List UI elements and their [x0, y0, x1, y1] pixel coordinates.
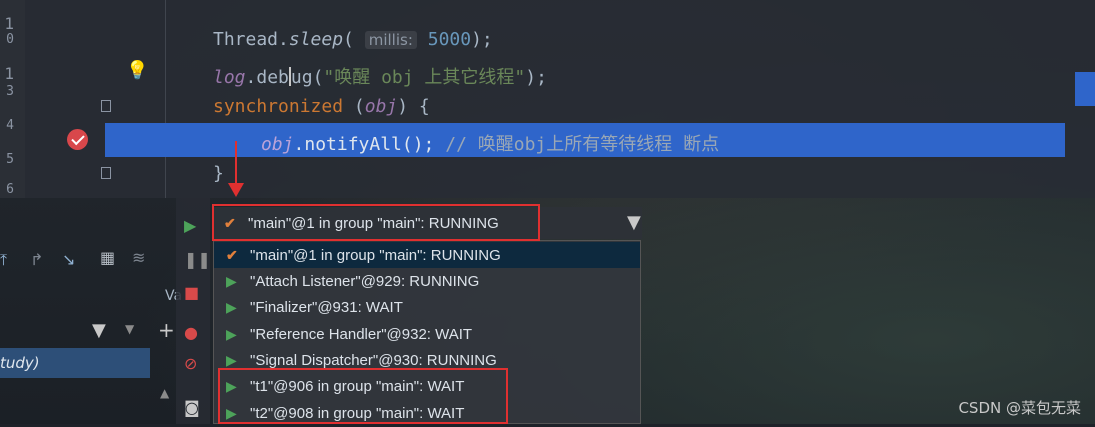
parameter-hint: millis:	[364, 31, 417, 49]
filter-icon[interactable]: ▼	[92, 320, 106, 341]
thread-item[interactable]: ▶ "Attach Listener"@929: RUNNING	[214, 268, 640, 294]
code-token: obj	[364, 96, 398, 117]
add-icon[interactable]: +	[158, 318, 175, 342]
code-token: );	[525, 67, 547, 88]
selected-frame[interactable]: tudy)	[0, 348, 150, 378]
lightbulb-icon[interactable]: 💡	[126, 60, 148, 81]
code-token: .notifyAll();	[293, 134, 435, 155]
code-token: deb	[256, 67, 289, 88]
fold-marker-icon[interactable]	[101, 100, 111, 112]
view-breakpoints-icon[interactable]: ●	[184, 323, 198, 342]
step-out-icon[interactable]: ⤒	[0, 250, 7, 270]
code-token: log	[213, 67, 246, 88]
play-icon: ▶	[226, 273, 237, 289]
check-icon: ✔	[226, 247, 238, 263]
thread-label: "main"@1 in group "main": RUNNING	[250, 247, 501, 264]
code-line-close-brace[interactable]: }	[213, 163, 224, 184]
line-number: 5	[6, 152, 14, 167]
code-token: synchronized	[213, 96, 344, 117]
chevron-down-icon[interactable]: ▼	[125, 322, 134, 336]
code-token: sleep	[288, 29, 344, 50]
watermark: CSDN @菜包无菜	[958, 399, 1081, 417]
code-token: .	[245, 67, 257, 88]
code-token: "唤醒 obj 上其它线程"	[323, 67, 526, 88]
thread-item[interactable]: ▶ "Finalizer"@931: WAIT	[214, 294, 640, 320]
breakpoint-icon[interactable]	[67, 129, 88, 150]
line-number: 3	[6, 84, 14, 99]
camera-icon[interactable]: ◙	[184, 398, 200, 417]
scrollbar-marker[interactable]	[1075, 72, 1095, 106]
trace-icon[interactable]: ≋	[132, 248, 145, 267]
code-line-sleep[interactable]: Thread.sleep( millis: 5000);	[213, 29, 493, 50]
code-token: ) {	[397, 96, 430, 117]
code-token: (	[343, 29, 365, 50]
annotation-arrow-head	[228, 183, 244, 197]
code-line-notifyall[interactable]: obj.notifyAll(); // 唤醒obj上所有等待线程 断点	[261, 130, 719, 156]
line-number: 6	[6, 182, 14, 197]
annotation-box-waiting-threads	[218, 368, 508, 424]
line-number: 1	[4, 64, 14, 83]
code-token: );	[471, 29, 493, 50]
evaluate-icon[interactable]: ▦	[100, 248, 115, 267]
line-number: 4	[6, 118, 14, 133]
line-number: 0	[6, 32, 14, 47]
run-to-cursor-icon[interactable]: ↘	[62, 250, 75, 269]
play-icon: ▶	[226, 299, 237, 315]
fold-marker-icon[interactable]	[101, 167, 111, 179]
mute-breakpoints-icon[interactable]: ⊘	[184, 354, 197, 373]
thread-label: "Finalizer"@931: WAIT	[250, 299, 403, 316]
breakpoint-gutter[interactable]	[25, 0, 166, 198]
code-editor[interactable]: 1 0 1 3 4 5 6 💡 Thread.sleep( millis: 50…	[0, 0, 1095, 198]
code-line-synchronized[interactable]: synchronized (obj) {	[213, 96, 430, 117]
code-token: obj	[261, 134, 294, 155]
code-token: Thread.	[213, 29, 289, 50]
line-number: 1	[4, 14, 14, 33]
code-token: (	[312, 67, 324, 88]
thread-filter-icon[interactable]: ▼	[627, 212, 641, 233]
thread-label: "Reference Handler"@932: WAIT	[250, 326, 473, 343]
thread-label: "Attach Listener"@929: RUNNING	[250, 273, 480, 290]
thread-item[interactable]: ✔ "main"@1 in group "main": RUNNING	[214, 242, 640, 268]
code-token: ug	[290, 67, 313, 88]
annotation-arrow	[235, 141, 237, 185]
code-comment: // 唤醒obj上所有等待线程 断点	[434, 134, 720, 155]
line-number-gutter: 1 0 1 3 4 5 6	[0, 0, 25, 198]
annotation-box-current-thread	[212, 204, 540, 241]
thread-item[interactable]: ▶ "Reference Handler"@932: WAIT	[214, 321, 640, 347]
play-icon: ▶	[226, 326, 237, 342]
code-token: 5000	[427, 29, 472, 50]
scroll-up-icon[interactable]: ▲	[160, 386, 169, 400]
pause-icon[interactable]: ❚❚	[184, 250, 211, 269]
code-line-log[interactable]: log.deb ug("唤醒 obj 上其它线程");	[213, 63, 547, 89]
drop-frame-icon[interactable]: ↱	[30, 250, 43, 269]
resume-icon[interactable]: ▶	[184, 216, 196, 235]
code-token: (	[343, 96, 365, 117]
thread-label: "Signal Dispatcher"@930: RUNNING	[250, 352, 497, 369]
stop-icon[interactable]: ■	[184, 283, 199, 302]
debug-toolbar: ⤒ ↱ ↘ ▦ ≋	[0, 242, 160, 276]
